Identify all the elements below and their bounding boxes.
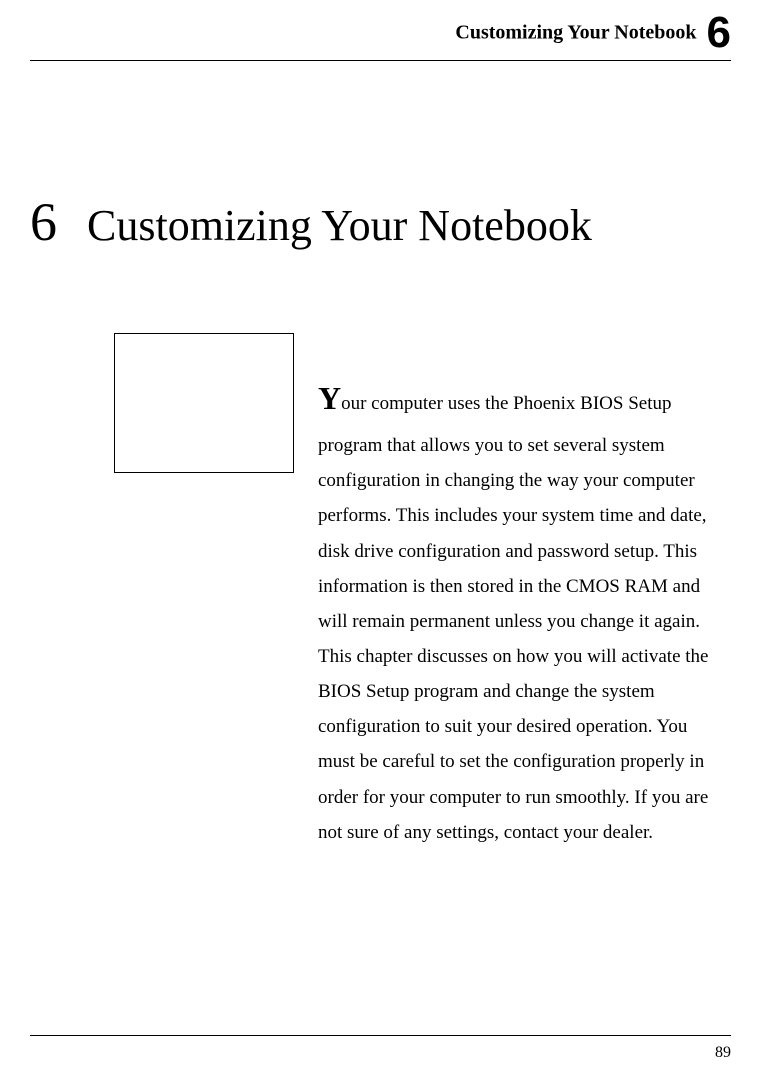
chapter-heading: 6 Customizing Your Notebook [30,191,731,253]
body-text: our computer uses the Phoenix BIOS Setup… [318,393,708,843]
page-container: Customizing Your Notebook 6 6 Customizin… [0,0,761,1080]
chapter-number: 6 [30,191,57,253]
content-row: Your computer uses the Phoenix BIOS Setu… [30,333,731,850]
page-footer: 89 [30,1035,731,1080]
illustration-placeholder [114,333,294,473]
running-header: Customizing Your Notebook 6 [30,0,731,61]
page-number: 89 [715,1044,731,1061]
body-paragraph: Your computer uses the Phoenix BIOS Setu… [318,333,731,850]
chapter-title: Customizing Your Notebook [87,200,592,251]
dropcap: Y [318,380,341,416]
running-header-chapter-number: 6 [707,8,731,57]
running-header-title: Customizing Your Notebook [455,22,696,44]
